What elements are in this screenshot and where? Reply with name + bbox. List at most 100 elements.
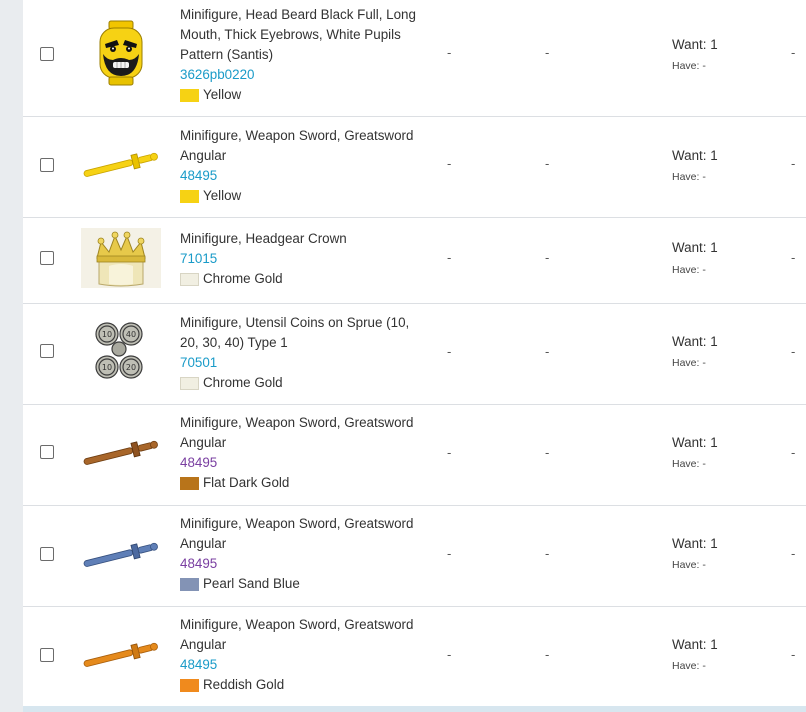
color-name: Flat Dark Gold [203,475,290,490]
color-swatch [180,678,199,692]
coins-image: 10 40 10 20 [81,319,161,383]
sword-image [81,635,161,675]
wanted-items-list: Minifigure, Head Beard Black Full, Long … [23,0,806,712]
table-row: Minifigure, Weapon Sword, Greatsword Ang… [23,117,806,218]
want-quantity: Want: 1 [672,536,718,551]
item-description: Minifigure, Headgear Crown 71015 Chrome … [180,229,425,289]
price-value: - [545,156,550,171]
row-checkbox[interactable] [40,47,54,61]
have-quantity: Have: - [672,171,706,183]
item-color: Chrome Gold [180,373,425,393]
price-value: - [545,546,550,561]
item-number-link[interactable]: 71015 [180,249,425,269]
row-checkbox[interactable] [40,344,54,358]
want-quantity: Want: 1 [672,148,718,163]
color-swatch [180,476,199,490]
color-name: Chrome Gold [203,375,283,390]
row-checkbox[interactable] [40,158,54,172]
row-checkbox[interactable] [40,251,54,265]
price-value: - [545,45,550,60]
condition-value: - [447,344,452,359]
color-swatch [180,88,199,102]
item-color: Reddish Gold [180,675,425,695]
price-value: - [545,647,550,662]
condition-value: - [447,45,452,60]
row-checkbox[interactable] [40,445,54,459]
row-edge-mark: - [791,445,796,460]
want-quantity: Want: 1 [672,334,718,349]
row-edge-mark: - [791,344,796,359]
row-edge-mark: - [791,45,796,60]
want-quantity: Want: 1 [672,637,718,652]
color-swatch [180,272,199,286]
item-description: Minifigure, Weapon Sword, Greatsword Ang… [180,126,425,206]
color-name: Reddish Gold [203,677,285,692]
table-row: Minifigure, Head Beard Black Full, Long … [23,0,806,117]
item-color: Flat Dark Gold [180,473,425,493]
row-edge-mark: - [791,250,796,265]
price-value: - [545,250,550,265]
item-number-link[interactable]: 3626pb0220 [180,65,425,85]
sword-image [81,145,161,185]
row-edge-mark: - [791,647,796,662]
item-description: Minifigure, Weapon Sword, Greatsword Ang… [180,615,425,695]
svg-text:10: 10 [102,330,112,339]
left-margin-strip [0,0,23,712]
color-name: Pearl Sand Blue [203,576,300,591]
list-footer-bar [23,706,806,712]
have-quantity: Have: - [672,357,706,369]
table-row: 10 40 10 20 Minifigure, Utensil Coins on… [23,304,806,405]
item-name: Minifigure, Head Beard Black Full, Long … [180,7,416,62]
color-swatch [180,577,199,591]
sword-image [81,535,161,575]
item-description: Minifigure, Weapon Sword, Greatsword Ang… [180,514,425,594]
item-number-link[interactable]: 48495 [180,453,425,473]
row-checkbox[interactable] [40,547,54,561]
have-quantity: Have: - [672,458,706,470]
item-number-link[interactable]: 70501 [180,353,425,373]
item-color: Yellow [180,85,425,105]
condition-value: - [447,156,452,171]
item-color: Chrome Gold [180,269,425,289]
item-number-link[interactable]: 48495 [180,655,425,675]
item-name: Minifigure, Weapon Sword, Greatsword Ang… [180,617,414,652]
item-number-link[interactable]: 48495 [180,554,425,574]
row-checkbox[interactable] [40,648,54,662]
want-quantity: Want: 1 [672,240,718,255]
item-description: Minifigure, Weapon Sword, Greatsword Ang… [180,413,425,493]
table-row: Minifigure, Weapon Sword, Greatsword Ang… [23,607,806,706]
table-row: Minifigure, Headgear Crown 71015 Chrome … [23,218,806,304]
svg-text:40: 40 [126,330,136,339]
color-name: Yellow [203,87,242,102]
item-color: Yellow [180,186,425,206]
table-row: Minifigure, Weapon Sword, Greatsword Ang… [23,506,806,607]
have-quantity: Have: - [672,660,706,672]
have-quantity: Have: - [672,60,706,72]
color-swatch [180,376,199,390]
color-swatch [180,189,199,203]
item-name: Minifigure, Headgear Crown [180,231,347,246]
condition-value: - [447,546,452,561]
item-name: Minifigure, Weapon Sword, Greatsword Ang… [180,516,414,551]
condition-value: - [447,445,452,460]
condition-value: - [447,647,452,662]
want-quantity: Want: 1 [672,435,718,450]
item-name: Minifigure, Utensil Coins on Sprue (10, … [180,315,410,350]
price-value: - [545,445,550,460]
minifig-head-image [81,18,161,88]
condition-value: - [447,250,452,265]
svg-text:10: 10 [102,363,112,372]
have-quantity: Have: - [672,559,706,571]
have-quantity: Have: - [672,264,706,276]
item-description: Minifigure, Head Beard Black Full, Long … [180,5,425,105]
table-row: Minifigure, Weapon Sword, Greatsword Ang… [23,405,806,506]
want-quantity: Want: 1 [672,37,718,52]
price-value: - [545,344,550,359]
sword-image [81,433,161,473]
item-number-link[interactable]: 48495 [180,166,425,186]
svg-text:20: 20 [126,363,136,372]
item-color: Pearl Sand Blue [180,574,425,594]
item-name: Minifigure, Weapon Sword, Greatsword Ang… [180,415,414,450]
crown-image [81,228,161,288]
row-edge-mark: - [791,156,796,171]
